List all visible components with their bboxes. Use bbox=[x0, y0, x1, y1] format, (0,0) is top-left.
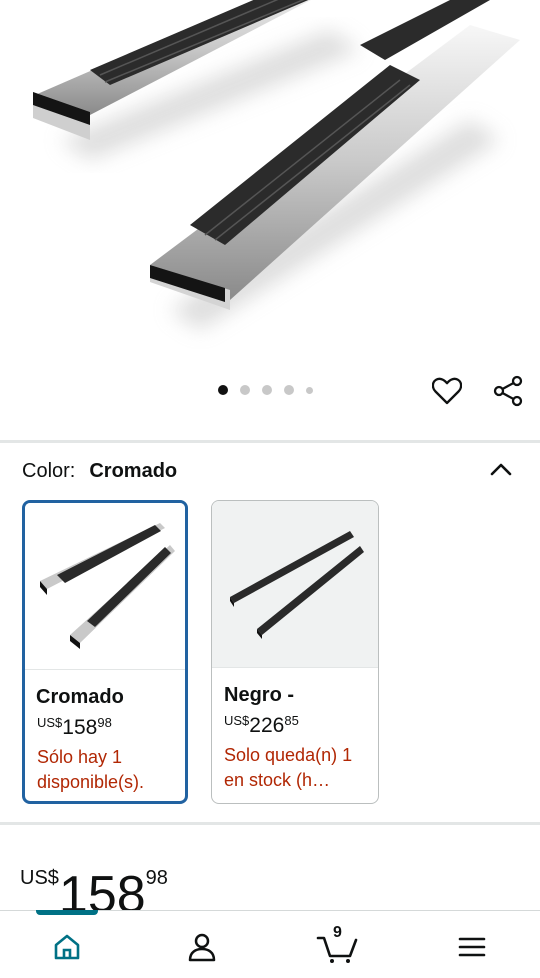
variation-name: Cromado bbox=[36, 686, 124, 708]
variation-price: US$22685 bbox=[224, 713, 378, 738]
color-selected-value: Cromado bbox=[89, 460, 178, 482]
menu-icon bbox=[458, 937, 486, 957]
share-icon bbox=[493, 375, 523, 407]
product-image[interactable] bbox=[0, 0, 540, 360]
price-whole: 226 bbox=[249, 714, 285, 737]
collapse-toggle[interactable] bbox=[484, 454, 518, 484]
heart-icon bbox=[432, 377, 462, 405]
currency-symbol: US$ bbox=[37, 715, 63, 730]
active-tab-indicator bbox=[36, 910, 98, 915]
pager-dot[interactable] bbox=[240, 385, 250, 395]
variation-option-negro[interactable]: Negro - US$22685 Solo queda(n) 1 en stoc… bbox=[211, 500, 379, 804]
section-divider bbox=[0, 822, 540, 825]
variation-name: Negro - bbox=[224, 684, 294, 706]
chevron-up-icon bbox=[490, 463, 512, 476]
bottom-navigation: 9 bbox=[0, 910, 540, 978]
nav-cart[interactable]: 9 bbox=[314, 924, 360, 969]
variation-option-cromado[interactable]: Cromado US$15898 Sólo hay 1 disponible(s… bbox=[22, 500, 188, 804]
price-cents: 98 bbox=[97, 715, 112, 730]
pager-dot-active[interactable] bbox=[218, 385, 228, 395]
price-whole: 158 bbox=[62, 716, 98, 739]
variation-thumbnail bbox=[212, 501, 378, 668]
variation-image-chrome bbox=[40, 523, 175, 649]
variation-thumbnail bbox=[25, 503, 185, 670]
nav-menu[interactable] bbox=[450, 925, 494, 969]
section-divider bbox=[0, 440, 540, 443]
pager-dot[interactable] bbox=[284, 385, 294, 395]
pager-dot[interactable] bbox=[262, 385, 272, 395]
currency-symbol: US$ bbox=[20, 867, 59, 889]
nav-account[interactable] bbox=[180, 925, 224, 969]
wishlist-button[interactable] bbox=[428, 372, 466, 410]
pager-dot[interactable] bbox=[306, 386, 313, 394]
home-icon bbox=[54, 934, 80, 960]
currency-symbol: US$ bbox=[224, 713, 250, 728]
price-cents: 85 bbox=[284, 713, 299, 728]
color-label: Color: bbox=[22, 460, 76, 482]
price-cents: 98 bbox=[145, 867, 168, 889]
nav-home[interactable] bbox=[45, 925, 89, 969]
image-pager[interactable] bbox=[218, 385, 313, 395]
availability-text: Sólo hay 1 disponible(s). bbox=[37, 747, 145, 792]
variation-image-black bbox=[230, 531, 364, 639]
color-selector-header: Color: Cromado bbox=[22, 460, 177, 483]
share-button[interactable] bbox=[490, 372, 528, 410]
cart-count-badge: 9 bbox=[333, 924, 342, 941]
availability-text: Solo queda(n) 1 en stock (h… bbox=[224, 745, 353, 790]
variation-price: US$15898 bbox=[37, 715, 185, 740]
account-icon bbox=[188, 933, 216, 962]
product-image-gallery[interactable] bbox=[0, 0, 540, 440]
